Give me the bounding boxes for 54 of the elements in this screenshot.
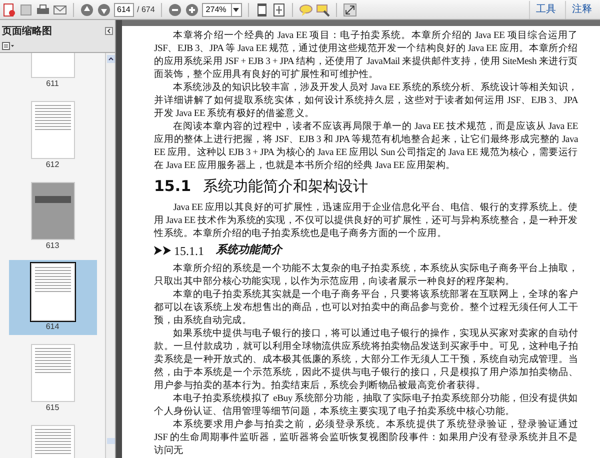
body-paragraph: 本章所介绍的系统是一个功能不太复杂的电子拍卖系统，本系统从实际电子商务平台上抽取，只取出其中部分核心功能实现，以作为示范应用，向读者展示一种良好的程序架构。 (154, 262, 578, 288)
options-menu-icon[interactable] (2, 42, 14, 50)
caret-icon (233, 8, 240, 12)
highlighter-icon[interactable] (316, 2, 330, 16)
page-number-label: 614 (46, 322, 60, 332)
fit-height-icon[interactable] (254, 2, 269, 16)
collapse-icon[interactable] (105, 27, 113, 35)
panel-title: 页面缩略图 (2, 24, 52, 38)
double-arrow-icon (154, 246, 172, 255)
body-paragraph: 如果系统中提供与电子银行的接口，将可以通过电子银行的操作，实现从买家对卖家的自动付款。一旦付款成功，就可以利用全球物流供应系统将拍卖物品发送到买家手中。可见，这种电子拍卖系统是一种开放式的、成本极其低廉的系统，大部分工作无须人工干预，系统自动完成管理。当然，由于本系统是一个示范系统，因此不提供与电子银行的接口，只是模拟了用户添加拍卖物品、用户参与拍卖的基本行为。拍卖结束后，系统会判断物品被最高竞价者获得。 (154, 326, 578, 392)
scroll-thumb[interactable] (106, 438, 114, 444)
body-paragraph: 在阅读本章内容的过程中，读者不应该再局限于单一的 Java EE 技术规范，而是应该从 Java EE 应用的整体上进行把握，将 JSF、EJB 3 和 JPA 等规范有机地整合起来，让它们最终形成完整的 Java EE 应用。这种以 EJB 3 + JPA 为核心的 Java EE 应用以 Sun 公司指定的 Java EE 规范为核心，需要运行在 Java EE 应用服务器上，也就是本书所介绍的经典 Java EE 应用架构。 (154, 120, 578, 172)
scrollbar[interactable] (105, 53, 115, 458)
subsection-number: 15.1.1 (174, 242, 204, 260)
text-lines-drawing (34, 105, 70, 130)
page-thumbnail[interactable]: 613 (8, 179, 96, 254)
body-paragraph: 本系统涉及的知识比较丰富，涉及开发人员对 Java EE 系统的系统分析、系统设计等相关知识，并详细讲解了如何提取系统实体，如何设计系统持久层，这些对于读者如何运用 JSF、EJB 3、JPA 开发 Java EE 系统有极好的借鉴意义。 (154, 81, 578, 120)
page-thumbnail[interactable]: 612 (8, 98, 96, 173)
page-number-label: 615 (46, 403, 60, 413)
print-icon[interactable] (36, 2, 50, 16)
page-thumbnail[interactable]: 611 (8, 53, 96, 92)
zoom-out-icon[interactable] (168, 2, 182, 16)
subsection-heading: 系统功能简介 (216, 242, 282, 258)
section-heading: 系统功能简介和架构设计 (203, 176, 368, 197)
email-icon[interactable] (53, 2, 67, 16)
body-paragraph: Java EE 应用以其良好的可扩展性，迅速应用于企业信息化平台、电信、银行的支撑系统上。使用 Java EE 技术作为系统的实现，不仅可以提供良好的可扩展性，还可与异构系统整合，是一种开发性系统。本章所介绍的电子拍卖系统也是电子商务方面的一个应用。 (154, 200, 578, 240)
page-total: / 674 (137, 4, 155, 16)
page-thumbnail[interactable]: 614 (8, 260, 96, 335)
page-number-label: 612 (46, 160, 60, 170)
toolbar-tab[interactable]: 注释 (565, 0, 598, 18)
page-thumbnail[interactable]: 615 (8, 341, 96, 416)
save-icon[interactable] (19, 2, 33, 16)
body-paragraph: 本系统要求用户参与拍卖之前，必须登录系统。本系统提供了系统登录验证，登录验证通过 JSF 的生命周期事件监听器，监听器将会监听恢复视图阶段事件：如果用户没有登录系统并且不是访问无 (154, 418, 578, 456)
zoom-in-icon[interactable] (184, 2, 199, 16)
page-number-label: 611 (46, 79, 59, 89)
text-lines-drawing (34, 267, 70, 292)
text-lines-drawing (34, 348, 70, 373)
expand-icon[interactable] (342, 2, 357, 16)
body-paragraph: 本章将介绍一个经典的 Java EE 项目：电子拍卖系统。本章所介绍的 Java EE 项目综合运用了 JSF、EJB 3、JPA 等 Java EE 规范，通过使用这些规范开发一个结构良好的 Java EE 应用。本章所介绍的应用系统采用 JSF + EJB 3 + JPA 结构，还使用了 JavaMail 来提供邮件支持，使用 SiteMesh 来进行页面装饰，整个应用具有良好的可扩展性和可维护性。 (154, 29, 578, 81)
section-number: 15.1 (154, 176, 192, 197)
arrow-up-icon[interactable] (80, 2, 94, 16)
arrow-down-icon[interactable] (97, 2, 111, 16)
cover-band (34, 196, 70, 203)
toolbar-tab[interactable]: 工具 (529, 0, 562, 18)
page-number-field[interactable]: 614 (114, 2, 134, 16)
scroll-up-icon[interactable] (106, 55, 114, 63)
page-number-label: 613 (46, 241, 60, 251)
zoom-dropdown[interactable]: 274% (202, 2, 242, 16)
text-lines-drawing (34, 429, 70, 454)
body-paragraph: 本电子拍卖系统模拟了 eBuy 系统部分功能，抽取了实际电子拍卖系统部分功能，但没有提供如个人身份认证、信用管理等细节问题，本系统主要实现了电子拍卖系统中核心功能。 (154, 392, 578, 418)
fit-page-icon[interactable] (272, 2, 286, 16)
create-document-icon[interactable] (2, 2, 16, 16)
speech-bubble-icon[interactable] (298, 2, 313, 16)
body-paragraph: 本章的电子拍卖系统其实就是一个电子商务平台，只要将该系统部署在互联网上，全球的客户都可以在该系统上发布想售出的商品，也可以对拍卖中的商品参与竞价。整个过程无须任何人工干预，由系统自动完成。 (154, 288, 578, 326)
